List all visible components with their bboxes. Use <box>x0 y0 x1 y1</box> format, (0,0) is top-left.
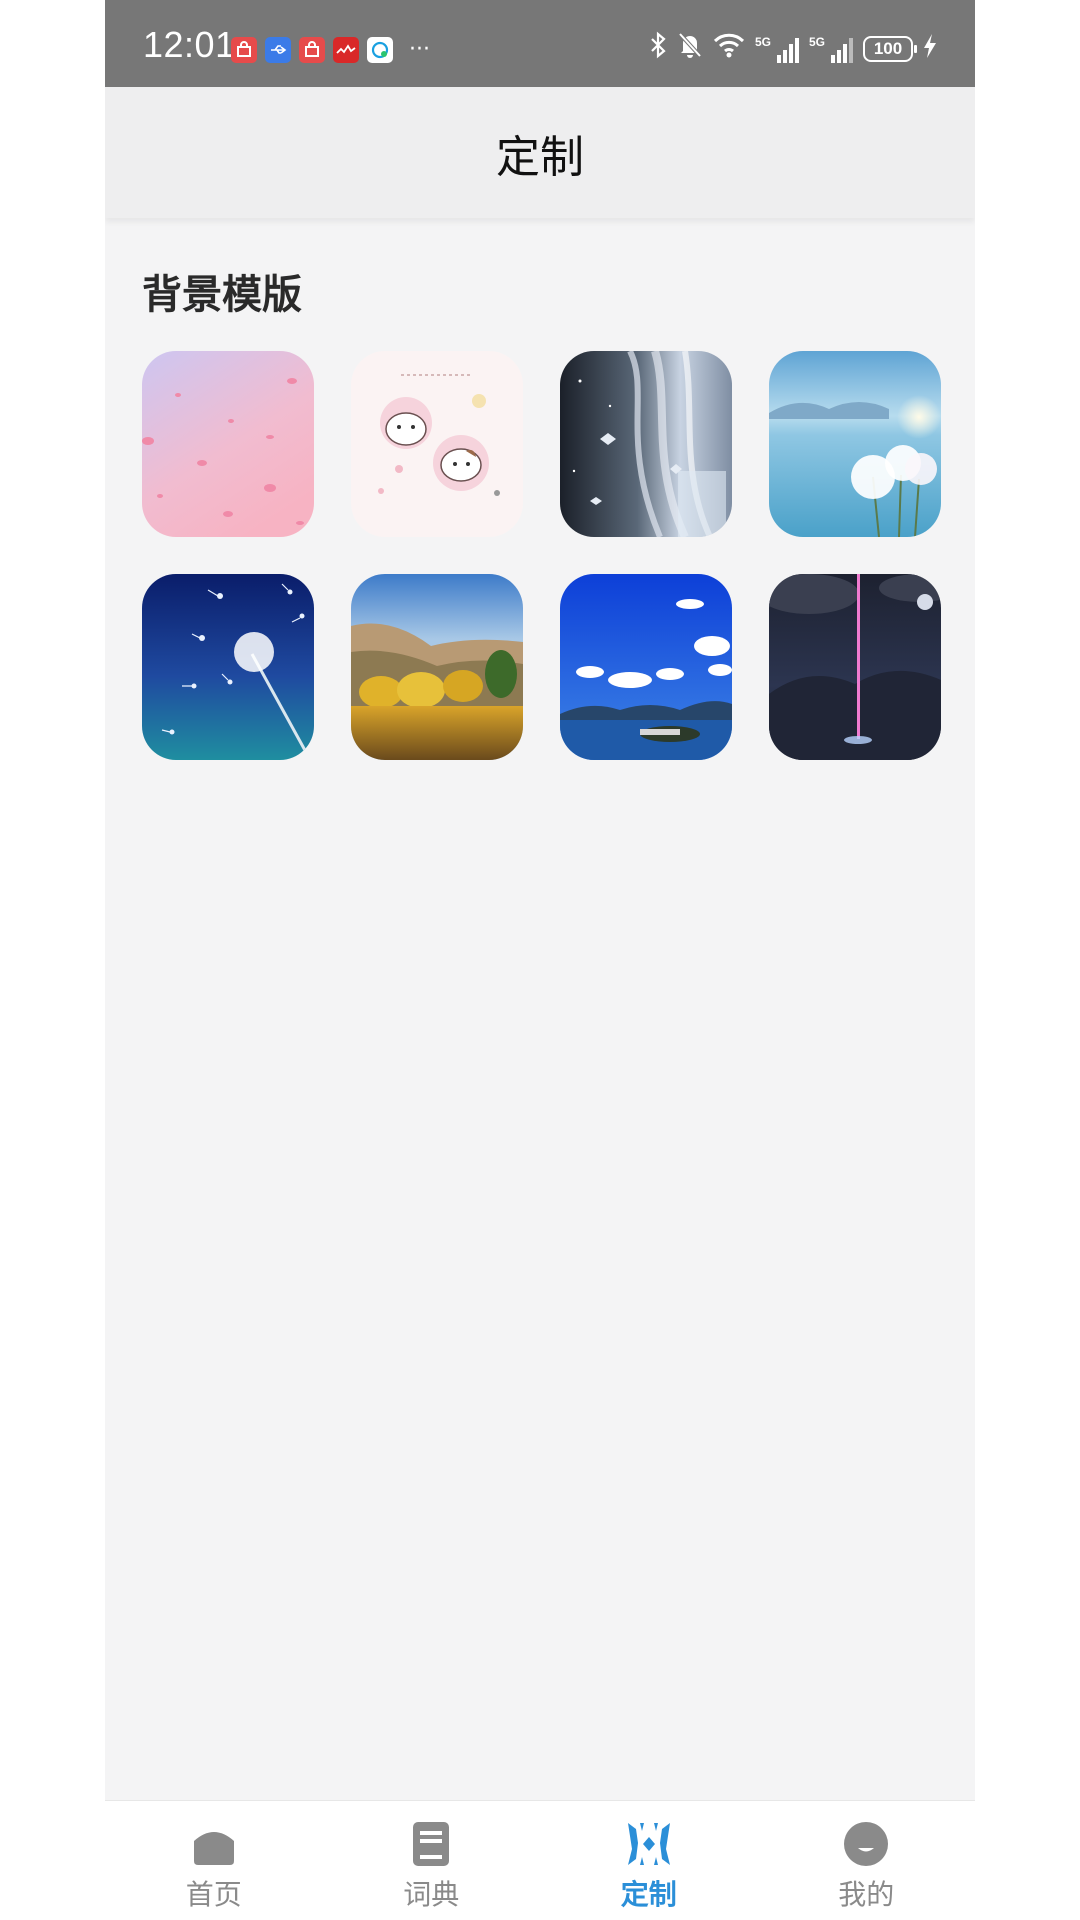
template-image <box>560 351 732 537</box>
template-white-flowers-lake[interactable] <box>769 351 941 537</box>
page-title: 定制 <box>496 131 584 183</box>
wifi-icon <box>713 32 745 65</box>
template-butterfly-curtain[interactable] <box>560 351 732 537</box>
signal-5g-icon: 5G <box>755 35 799 63</box>
template-night-light-beam[interactable] <box>769 574 941 760</box>
status-bar: 12:01 ··· 5G 5G 100 <box>105 0 975 87</box>
template-image <box>769 351 941 537</box>
chat-icon <box>367 37 393 63</box>
template-image <box>142 351 314 537</box>
page-header: 定制 <box>105 87 975 218</box>
nav-label-customize: 定制 <box>620 1878 677 1911</box>
bottom-nav: 首页 词典 定制 我的 <box>105 1800 975 1920</box>
template-image <box>560 574 732 760</box>
customize-icon <box>627 1823 670 1865</box>
more-notifications: ··· <box>409 37 430 62</box>
template-image <box>769 574 941 760</box>
status-icons: 5G 5G 100 <box>649 31 937 66</box>
template-pink-petals[interactable] <box>142 351 314 537</box>
nav-item-customize[interactable]: 定制 <box>540 1801 758 1920</box>
nav-item-home[interactable]: 首页 <box>105 1801 323 1920</box>
stock-chart-icon <box>333 37 359 63</box>
usb-icon <box>265 37 291 63</box>
notification-icons: ··· <box>231 37 430 63</box>
template-dandelion-blue[interactable] <box>142 574 314 760</box>
template-blue-sky-lake[interactable] <box>560 574 732 760</box>
mute-bell-icon <box>677 31 703 66</box>
template-grid <box>142 351 941 760</box>
template-cartoon-cats[interactable] <box>351 351 523 537</box>
profile-icon <box>844 1822 889 1866</box>
template-image <box>351 574 523 760</box>
template-image <box>142 574 314 760</box>
signal-5g-icon: 5G <box>809 35 853 63</box>
nav-label-home: 首页 <box>185 1878 242 1911</box>
book-icon <box>413 1822 450 1866</box>
shopping-bag-icon <box>231 37 257 63</box>
template-autumn-lake[interactable] <box>351 574 523 760</box>
nav-item-dictionary[interactable]: 词典 <box>323 1801 541 1920</box>
nav-label-profile: 我的 <box>838 1878 895 1911</box>
nav-label-dictionary: 词典 <box>403 1878 460 1911</box>
bluetooth-icon <box>649 31 667 66</box>
section-title: 背景模版 <box>142 272 302 318</box>
home-icon <box>193 1832 234 1865</box>
template-image <box>351 351 523 537</box>
app-screen: 12:01 ··· 5G 5G 100 定制 背景模版 首页 词典 定制 我的 <box>105 0 975 1920</box>
shopping-bag-icon <box>299 37 325 63</box>
charging-icon <box>923 33 937 65</box>
status-time: 12:01 <box>143 24 236 65</box>
battery-icon: 100 <box>863 35 917 62</box>
nav-item-profile[interactable]: 我的 <box>758 1801 976 1920</box>
